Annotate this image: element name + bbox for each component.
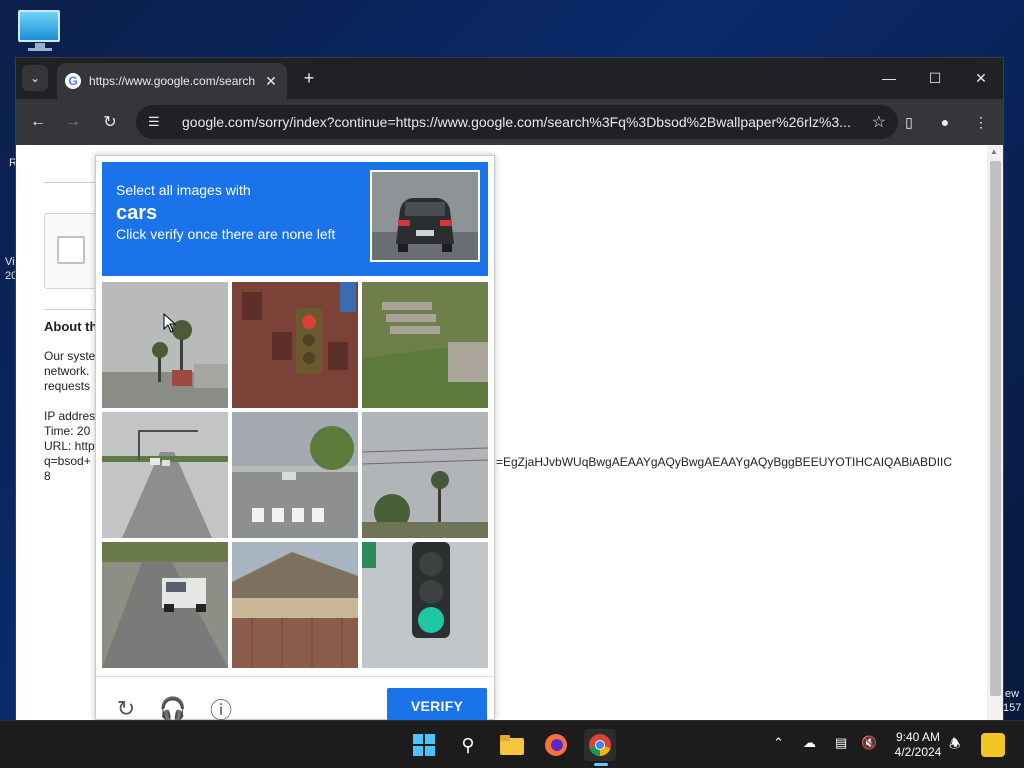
instruction-subtext: Click verify once there are none left [116, 226, 336, 242]
recaptcha-challenge: Select all images with cars Click verify… [95, 155, 495, 724]
url-line: URL: http [44, 439, 95, 453]
tab-title: https://www.google.com/search [89, 74, 256, 88]
traffic-light-brick-tile[interactable] [232, 282, 358, 408]
scroll-up-icon[interactable]: ▲ [990, 147, 998, 156]
bookmark-star-icon[interactable]: ☆ [872, 112, 886, 132]
palm-trees-tile[interactable] [102, 282, 228, 408]
google-favicon-icon: G [65, 73, 81, 89]
chrome-icon[interactable] [584, 729, 616, 761]
about-heading: About th [44, 319, 98, 334]
info-icon[interactable]: ⓘ [207, 695, 235, 723]
pre-badge-app-icon[interactable] [981, 733, 1005, 757]
tab-bar: ⌄ G https://www.google.com/search ✕ + — … [16, 58, 1003, 99]
back-arrow-icon: ← [30, 113, 46, 130]
monitor-icon[interactable] [18, 10, 62, 51]
road-cars-tile[interactable] [102, 412, 228, 538]
vertical-scrollbar[interactable]: ▲ [987, 145, 1003, 720]
menu-kebab-icon[interactable]: ⋮ [969, 110, 993, 134]
side-panel-icon[interactable]: ▯ [897, 110, 921, 134]
instruction-text: Select all images with [116, 182, 251, 198]
show-hidden-icons-chevron-icon[interactable]: ⌃ [773, 735, 784, 751]
image-grid [102, 282, 488, 668]
notification-bell-icon[interactable]: 🕭 [949, 735, 961, 757]
reload-icon[interactable]: ↻ [112, 695, 140, 723]
challenge-footer: ↻ 🎧 ⓘ VERIFY [96, 676, 494, 724]
reload-button[interactable]: ↻ [98, 110, 122, 134]
address-text[interactable]: google.com/sorry/index?continue=https://… [182, 114, 862, 130]
browser-tab[interactable]: G https://www.google.com/search ✕ [57, 63, 287, 99]
time-line: Time: 20 [44, 424, 91, 438]
clock-date: 4/2/2024 [894, 745, 942, 759]
tab-search-button[interactable]: ⌄ [22, 65, 48, 91]
verify-button[interactable]: VERIFY [387, 688, 487, 724]
url-line: 8 [44, 469, 51, 483]
close-window-button[interactable]: ✕ [965, 66, 997, 90]
recaptcha-checkbox[interactable] [57, 236, 85, 264]
ip-address-line: IP addres [44, 409, 96, 423]
maximize-button[interactable]: ☐ [919, 66, 951, 90]
chevron-down-icon: ⌄ [29, 71, 41, 85]
url-tail-text: =EgZjaHJvbWUqBwgAEAAYgAQyBwgAEAAYgAQyBgg… [496, 455, 953, 469]
back-button[interactable]: ← [26, 110, 50, 134]
page-text-line: network. [44, 364, 90, 378]
firefox-icon[interactable] [540, 729, 572, 761]
desktop-text-fragment: ew [1005, 688, 1020, 700]
garden-stairs-tile[interactable] [362, 282, 488, 408]
forward-button[interactable]: → [61, 110, 85, 134]
green-traffic-light-tile[interactable] [362, 542, 488, 668]
search-icon[interactable]: ⚲ [452, 729, 484, 761]
clock-time: 9:40 AM [895, 730, 941, 744]
crosswalk-road-tile[interactable] [232, 412, 358, 538]
page-text-line: requests [44, 379, 91, 393]
desktop-text-fragment: 157 [1003, 702, 1022, 714]
site-info-icon[interactable]: ☰ [148, 114, 168, 130]
active-app-indicator [594, 763, 608, 766]
clock[interactable]: 9:40 AM 4/2/2024 [888, 730, 948, 760]
taskbar: ⚲ ⌃ ☁ ▤ 🔇 9:40 AM 4/2/2024 🕭 [0, 720, 1024, 768]
start-windows-icon[interactable] [408, 729, 440, 761]
browser-toolbar: ← → ↻ ☰ google.com/sorry/index?continue=… [16, 99, 1003, 145]
profile-icon[interactable]: ● [933, 110, 957, 134]
minimize-button[interactable]: — [873, 66, 905, 90]
file-explorer-icon[interactable] [496, 729, 528, 761]
volume-muted-icon[interactable]: 🔇 [861, 735, 877, 751]
truck-road-tile[interactable] [102, 542, 228, 668]
scrollbar-thumb[interactable] [990, 161, 1001, 696]
address-bar[interactable]: ☰ google.com/sorry/index?continue=https:… [136, 105, 898, 139]
onedrive-cloud-icon[interactable]: ☁ [803, 735, 816, 751]
url-line: q=bsod+ [44, 454, 91, 468]
desktop-text-fragment: Vi [5, 256, 15, 268]
new-tab-button[interactable]: + [298, 67, 320, 89]
reload-icon: ↻ [103, 114, 117, 131]
palm-trees-sky-tile[interactable] [362, 412, 488, 538]
network-icon[interactable]: ▤ [835, 735, 847, 751]
page-text-line: Our syste [44, 349, 96, 363]
house-fence-tile[interactable] [232, 542, 358, 668]
headphones-icon[interactable]: 🎧 [159, 695, 187, 723]
challenge-header: Select all images with cars Click verify… [102, 162, 488, 276]
tab-close-icon[interactable]: ✕ [263, 73, 279, 90]
forward-arrow-icon: → [65, 113, 81, 130]
sample-car-image [370, 170, 480, 262]
target-object-label: cars [116, 202, 158, 224]
